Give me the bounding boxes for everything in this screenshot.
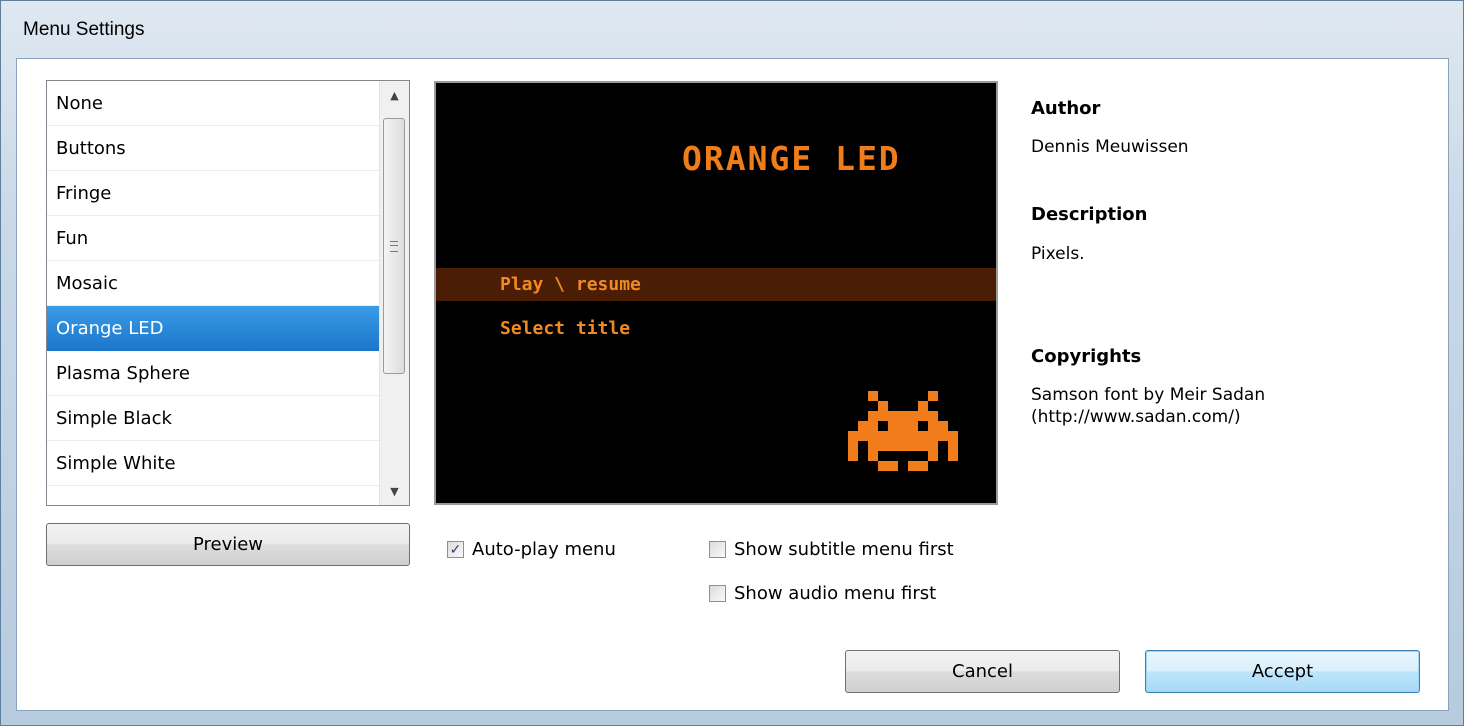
- list-item-fun[interactable]: Fun: [47, 216, 380, 261]
- preview-item-play: Play \ resume: [500, 274, 641, 295]
- list-item-partially-hidden[interactable]: [47, 486, 380, 505]
- author-value: Dennis Meuwissen: [1031, 137, 1189, 157]
- auto-play-menu-checkbox[interactable]: ✓ Auto-play menu: [447, 539, 616, 560]
- menu-preview-screen: ORANGE LED Play \ resume Select title: [434, 81, 998, 505]
- list-item-buttons[interactable]: Buttons: [47, 126, 380, 171]
- list-item-fringe[interactable]: Fringe: [47, 171, 380, 216]
- show-subtitle-menu-first-checkbox[interactable]: Show subtitle menu first: [709, 539, 954, 560]
- list-item-none[interactable]: None: [47, 81, 380, 126]
- scrollbar-thumb[interactable]: [383, 118, 405, 374]
- copyrights-line-1: Samson font by Meir Sadan: [1031, 385, 1266, 405]
- show-audio-menu-first-checkbox[interactable]: Show audio menu first: [709, 583, 936, 604]
- show-subtitle-menu-first-label: Show subtitle menu first: [734, 539, 954, 560]
- checkbox-checked-icon[interactable]: ✓: [447, 541, 464, 558]
- list-item-orange-led[interactable]: Orange LED: [47, 306, 380, 351]
- accept-button[interactable]: Accept: [1145, 650, 1420, 693]
- space-invader-icon: [848, 391, 958, 471]
- description-value: Pixels.: [1031, 244, 1085, 264]
- scroll-down-arrow-icon[interactable]: ▼: [380, 477, 409, 505]
- cancel-button[interactable]: Cancel: [845, 650, 1120, 693]
- preview-title: ORANGE LED: [682, 139, 901, 178]
- dialog-client-area: None Buttons Fringe Fun Mosaic Orange LE…: [16, 58, 1449, 711]
- show-audio-menu-first-label: Show audio menu first: [734, 583, 937, 604]
- list-item-simple-black[interactable]: Simple Black: [47, 396, 380, 441]
- list-item-simple-white[interactable]: Simple White: [47, 441, 380, 486]
- listbox-scrollbar[interactable]: ▲ ▼: [379, 81, 409, 505]
- menu-style-listbox[interactable]: None Buttons Fringe Fun Mosaic Orange LE…: [46, 80, 410, 506]
- preview-item-select-title: Select title: [500, 318, 631, 339]
- copyrights-line-2: (http://www.sadan.com/): [1031, 407, 1241, 427]
- checkbox-unchecked-icon[interactable]: [709, 541, 726, 558]
- list-item-mosaic[interactable]: Mosaic: [47, 261, 380, 306]
- auto-play-menu-label: Auto-play menu: [472, 539, 616, 560]
- grip-icon: [390, 240, 398, 252]
- window-title: Menu Settings: [23, 19, 145, 40]
- list-item-plasma-sphere[interactable]: Plasma Sphere: [47, 351, 380, 396]
- scroll-up-arrow-icon[interactable]: ▲: [380, 81, 409, 109]
- preview-button[interactable]: Preview: [46, 523, 410, 566]
- description-heading: Description: [1031, 204, 1148, 225]
- menu-settings-window: Menu Settings None Buttons Fringe Fun Mo…: [0, 0, 1464, 726]
- author-heading: Author: [1031, 98, 1101, 119]
- checkbox-unchecked-icon[interactable]: [709, 585, 726, 602]
- copyrights-heading: Copyrights: [1031, 346, 1142, 367]
